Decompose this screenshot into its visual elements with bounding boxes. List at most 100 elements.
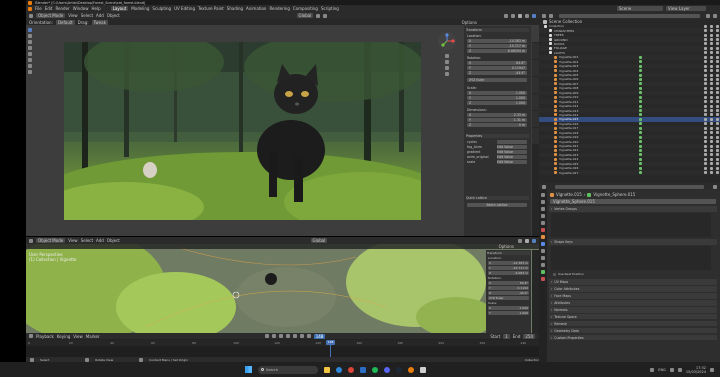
modifier-icon[interactable]	[639, 122, 642, 126]
dimensions-y-field[interactable]: Y 1.31 m	[467, 118, 527, 122]
rotation-mode-select[interactable]: XYZ Euler	[467, 78, 527, 82]
select-toggle-icon[interactable]	[716, 60, 719, 64]
modifier-icon[interactable]	[639, 171, 642, 175]
eye-icon[interactable]	[704, 51, 707, 55]
modifier-icon[interactable]	[639, 126, 642, 130]
data-block-selector[interactable]: Vignette_Sphere.015	[550, 199, 716, 204]
volume-icon[interactable]	[677, 367, 682, 372]
camera-icon[interactable]	[710, 126, 713, 130]
current-frame-field[interactable]: 148	[313, 333, 326, 339]
mode-selector[interactable]: Object Mode	[36, 238, 66, 243]
camera-icon[interactable]	[710, 64, 713, 68]
timeline-track[interactable]	[26, 346, 539, 357]
file-explorer-icon[interactable]	[324, 366, 330, 373]
select-toggle-icon[interactable]	[716, 109, 719, 113]
camera-icon[interactable]	[710, 117, 713, 121]
camera-icon[interactable]	[710, 46, 713, 50]
eye-icon[interactable]	[704, 144, 707, 148]
view-menu[interactable]: View	[68, 13, 78, 18]
modifier-icon[interactable]	[639, 91, 642, 95]
select-toggle-icon[interactable]	[716, 162, 719, 166]
rotation-z-field[interactable]: Z -44.9°	[488, 291, 529, 295]
view-menu[interactable]: View	[73, 334, 83, 339]
discord-icon[interactable]	[384, 366, 390, 373]
tab-extra-4[interactable]	[532, 128, 539, 144]
tab-extra-3[interactable]	[532, 111, 539, 127]
camera-icon[interactable]	[710, 91, 713, 95]
eye-icon[interactable]	[704, 38, 707, 42]
n-panel-transform-header[interactable]: Transform	[466, 28, 529, 32]
properties-panel-header[interactable]: › Shape Keys	[549, 238, 717, 245]
scene-selector[interactable]: Scene	[617, 6, 663, 11]
eye-icon[interactable]	[704, 29, 707, 33]
camera-icon[interactable]	[710, 166, 713, 170]
eye-icon[interactable]	[704, 104, 707, 108]
viewport-bottom[interactable]: Object Mode View Select Add Object Globa…	[26, 237, 539, 333]
ortho-toggle-icon[interactable]	[445, 72, 449, 76]
eye-icon[interactable]	[704, 135, 707, 139]
add-menu[interactable]: Add	[96, 13, 104, 18]
select-toggle-icon[interactable]	[716, 24, 719, 28]
properties-panel-header[interactable]: › Color Attributes	[549, 285, 717, 292]
rotation-x-field[interactable]: X 84.6°	[488, 281, 529, 285]
tab-view[interactable]	[532, 60, 539, 76]
modifier-icon[interactable]	[639, 104, 642, 108]
options-button[interactable]: Options	[499, 244, 514, 249]
camera-icon[interactable]	[710, 153, 713, 157]
tab-tool[interactable]	[532, 43, 539, 59]
eye-icon[interactable]	[704, 153, 707, 157]
modifier-icon[interactable]	[639, 82, 642, 86]
tab-scripting[interactable]: Scripting	[321, 6, 339, 11]
eye-icon[interactable]	[704, 60, 707, 64]
tab-texture-paint[interactable]: Texture Paint	[198, 6, 224, 11]
camera-icon[interactable]	[710, 55, 713, 59]
scale-y-field[interactable]: Y 1.000	[488, 311, 529, 315]
modifier-icon[interactable]	[639, 60, 642, 64]
play-reverse-icon[interactable]	[285, 334, 290, 338]
rotation-y-field[interactable]: Y 0.1194	[488, 286, 529, 290]
tab-shading[interactable]: Shading	[227, 6, 243, 11]
jump-end-icon[interactable]	[306, 334, 311, 338]
eye-icon[interactable]	[704, 166, 707, 170]
camera-icon[interactable]	[710, 29, 713, 33]
location-x-field[interactable]: X -14.383 m	[488, 261, 529, 265]
eye-icon[interactable]	[704, 82, 707, 86]
camera-icon[interactable]	[710, 73, 713, 77]
camera-icon[interactable]	[710, 38, 713, 42]
select-toggle-icon[interactable]	[716, 33, 719, 37]
eye-icon[interactable]	[704, 148, 707, 152]
quick-lattice-header[interactable]: Quick Lattice	[466, 196, 529, 200]
browser-icon[interactable]	[336, 366, 342, 373]
select-toggle-icon[interactable]	[716, 113, 719, 117]
chrome-icon[interactable]	[348, 366, 354, 373]
camera-icon[interactable]	[710, 148, 713, 152]
vertex-groups-list[interactable]	[551, 212, 711, 237]
camera-icon[interactable]	[710, 60, 713, 64]
object-menu[interactable]: Object	[107, 238, 120, 243]
modifier-icon[interactable]	[639, 113, 642, 117]
editor-type-icon[interactable]	[29, 334, 33, 338]
navigation-gizmo[interactable]	[438, 32, 456, 50]
eye-icon[interactable]	[704, 95, 707, 99]
constraints-tab-icon[interactable]	[541, 263, 545, 267]
tab-extra-2[interactable]	[532, 94, 539, 110]
dimensions-x-field[interactable]: X 2.33 m	[467, 113, 527, 117]
view-layer-selector[interactable]: View Layer	[666, 6, 706, 11]
tab-modeling[interactable]: Modeling	[131, 6, 149, 11]
zoom-icon[interactable]	[445, 54, 449, 58]
shading-rendered-icon[interactable]	[532, 238, 536, 243]
modifier-icon[interactable]	[639, 77, 642, 81]
camera-icon[interactable]	[710, 171, 713, 175]
view-layer-tab-icon[interactable]	[541, 214, 545, 218]
camera-icon[interactable]	[710, 69, 713, 73]
eye-icon[interactable]	[704, 109, 707, 113]
eye-icon[interactable]	[704, 33, 707, 37]
select-toggle-icon[interactable]	[716, 140, 719, 144]
object-menu[interactable]: Object	[107, 13, 120, 18]
select-toggle-icon[interactable]	[716, 135, 719, 139]
eye-icon[interactable]	[704, 117, 707, 121]
select-tool-icon[interactable]	[28, 28, 32, 32]
orientation-selector[interactable]: Global	[296, 13, 314, 18]
material-tab-icon[interactable]	[541, 277, 545, 281]
location-x-field[interactable]: X -14.383 m	[467, 39, 527, 43]
